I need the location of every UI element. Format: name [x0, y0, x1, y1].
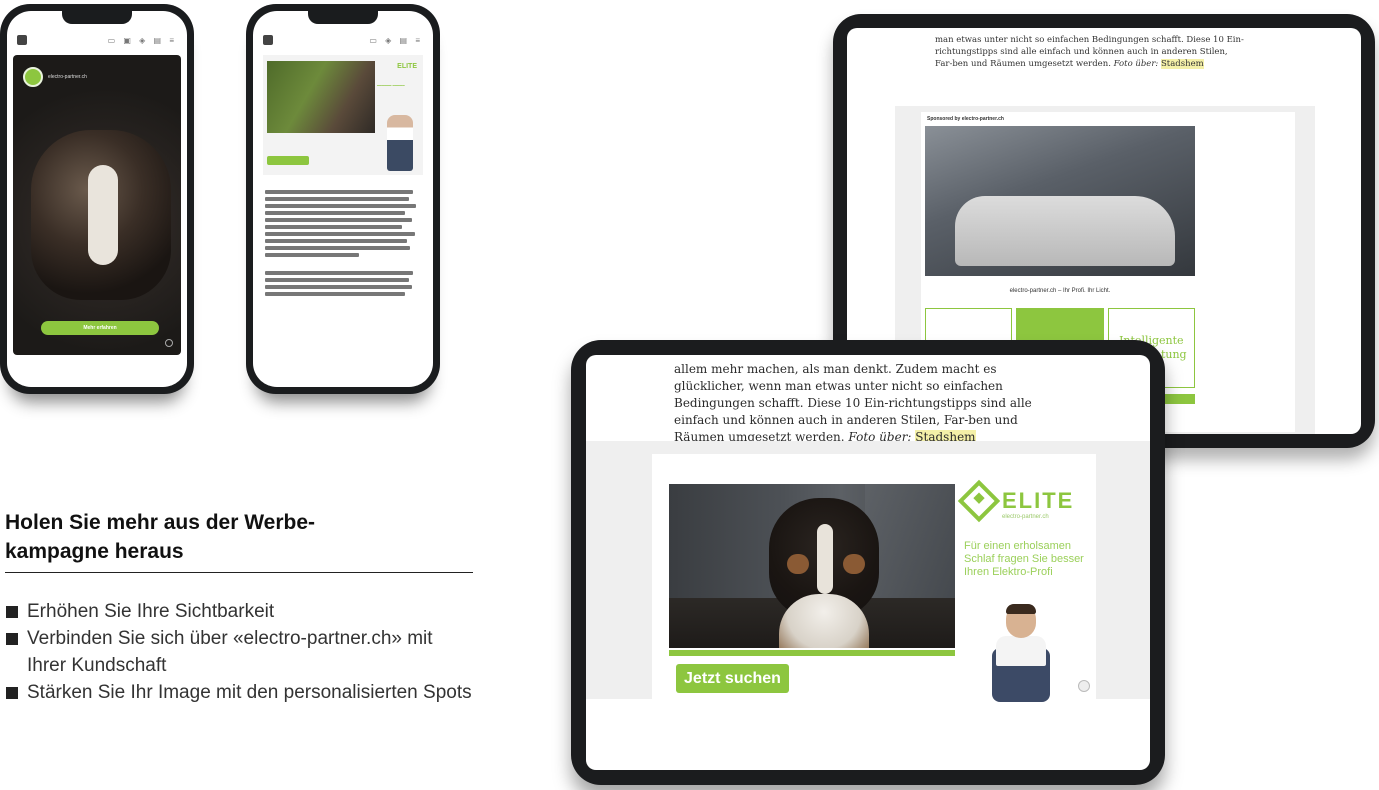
- bed-duvet: [955, 196, 1175, 266]
- dog-cheek: [787, 554, 809, 574]
- phone-notch: [308, 10, 378, 24]
- benefit-item: Verbinden Sie sich über «electro-partner…: [5, 625, 473, 679]
- article-text: allem mehr machen, als man denkt. Zudem …: [586, 355, 1046, 446]
- ad-photo-gardener: [267, 61, 375, 133]
- ad-green-line: [669, 650, 955, 656]
- ad-photo-bedroom: [925, 126, 1195, 276]
- ad-electrician-image: [980, 604, 1064, 702]
- phone-notch: [62, 10, 132, 24]
- tablet-mockup-front: allem mehr machen, als man denkt. Zudem …: [571, 340, 1165, 785]
- display-ad-elite[interactable]: Jetzt suchen ELITE electro-partner.ch Fü…: [652, 454, 1096, 706]
- elite-wordmark: ELITE: [1002, 488, 1075, 513]
- ad-electrician-image: [387, 115, 413, 171]
- photo-credit-link[interactable]: Stadshem: [1160, 59, 1204, 69]
- sponsored-label: Sponsored by electro-partner.ch: [927, 116, 1004, 122]
- phone-screen: ▭ ◈ ▤ ≡ ELITE ━━━━━━ ━━━━━: [253, 11, 433, 387]
- ad-brand-label: electro-partner.ch: [48, 73, 87, 80]
- benefit-item: Erhöhen Sie Ihre Sichtbarkeit: [5, 598, 473, 625]
- elite-diamond-icon: [957, 479, 1001, 523]
- pitch-heading: Holen Sie mehr aus der Werbe- kampagne h…: [5, 508, 473, 573]
- search-now-button[interactable]: Jetzt suchen: [676, 664, 789, 693]
- ad-caption: electro-partner.ch – Ihr Profi. Ihr Lich…: [1009, 288, 1111, 294]
- phone-screen: ▭ ▣ ◈ ▤ ≡ electro-partner.ch Mehr erfahr…: [7, 11, 187, 387]
- dog-blaze: [817, 524, 833, 594]
- toolbar-icons: ▭ ◈ ▤ ≡: [369, 35, 423, 45]
- video-ad-dog[interactable]: electro-partner.ch Mehr erfahren: [13, 55, 181, 355]
- benefit-list: Erhöhen Sie Ihre Sichtbarkeit Verbinden …: [5, 598, 473, 706]
- benefit-item: Stärken Sie Ihr Image mit den personalis…: [5, 679, 473, 706]
- tablet-screen: allem mehr machen, als man denkt. Zudem …: [586, 355, 1150, 770]
- mute-icon[interactable]: [165, 339, 173, 347]
- phone-mockup-right: ▭ ◈ ▤ ≡ ELITE ━━━━━━ ━━━━━: [246, 4, 440, 394]
- ad-cta-button[interactable]: Mehr erfahren: [41, 321, 159, 335]
- electrician-hair: [1006, 604, 1036, 614]
- electro-partner-logo-icon: [23, 67, 43, 87]
- toolbar-icons: ▭ ▣ ◈ ▤ ≡: [107, 35, 177, 45]
- electrician-shirt: [996, 636, 1046, 666]
- display-ad-elite[interactable]: ELITE ━━━━━━ ━━━━━: [263, 55, 423, 175]
- elite-logo: ELITE: [397, 63, 417, 70]
- ad-brand-row: electro-partner.ch: [23, 67, 87, 87]
- site-logo-icon: [17, 35, 27, 45]
- article-text: [253, 179, 433, 307]
- ad-photo-dog: [669, 484, 955, 648]
- elite-logo: ELITE electro-partner.ch: [957, 479, 1075, 523]
- pitch-section: Holen Sie mehr aus der Werbe- kampagne h…: [5, 508, 473, 706]
- ad-slogan: Für einen erholsamen Schlaf fragen Sie b…: [964, 540, 1084, 578]
- photo-credit-prefix: Foto über:: [1113, 59, 1159, 69]
- ad-slogan: ━━━━━━ ━━━━━: [377, 83, 405, 88]
- info-icon[interactable]: [1078, 680, 1090, 692]
- dog-blaze: [88, 165, 118, 265]
- dog-cheek: [843, 554, 865, 574]
- ad-cta-button[interactable]: [267, 156, 309, 165]
- article-text: man etwas unter nicht so einfachen Bedin…: [847, 28, 1247, 70]
- elite-subtitle: electro-partner.ch: [1002, 514, 1049, 520]
- phone-mockup-left: ▭ ▣ ◈ ▤ ≡ electro-partner.ch Mehr erfahr…: [0, 4, 194, 394]
- site-logo-icon: [263, 35, 273, 45]
